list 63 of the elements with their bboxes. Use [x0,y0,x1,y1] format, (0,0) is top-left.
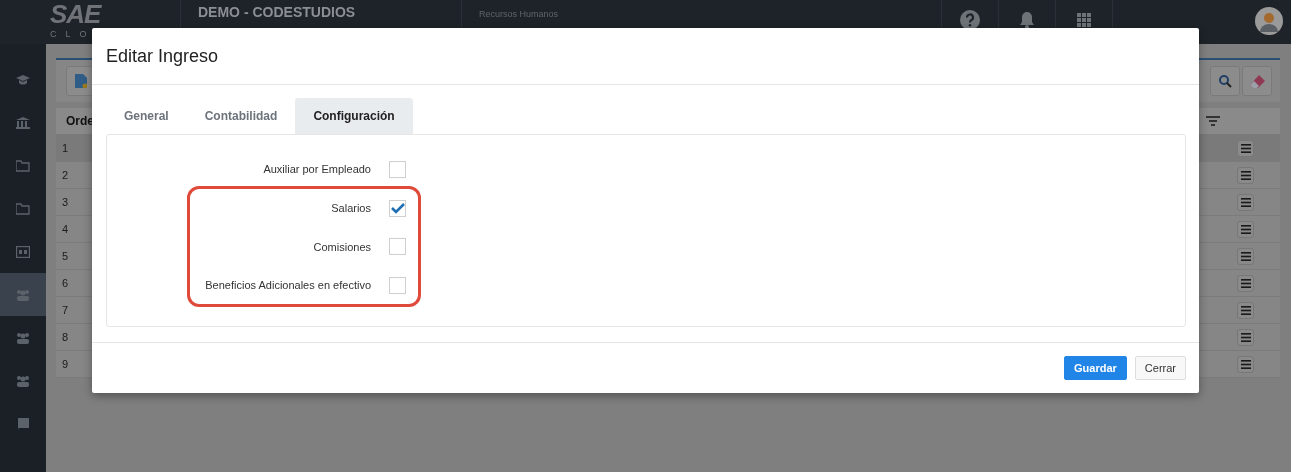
avatar-icon[interactable] [1255,6,1283,35]
row-menu-button[interactable] [1237,220,1254,238]
table-cell: 6 [62,277,69,289]
row-menu-button[interactable] [1237,166,1254,184]
checkbox[interactable] [389,199,406,217]
dialog-title: Editar Ingreso [106,45,219,67]
row-menu-button[interactable] [1237,274,1254,292]
menu-icon[interactable] [1240,170,1251,180]
filter-icon[interactable] [1206,116,1220,126]
menu-icon[interactable] [1240,332,1251,342]
table-cell: 1 [62,142,69,154]
users-icon[interactable] [16,331,30,344]
logo-subtext: CLO [50,28,96,40]
search-icon[interactable] [1218,74,1232,88]
checkbox[interactable] [389,276,406,294]
table-cell: 7 [62,304,69,316]
table-cell: 9 [62,358,69,370]
row-menu-button[interactable] [1237,139,1254,157]
row-menu-button[interactable] [1237,193,1254,211]
save-button[interactable]: Guardar [1064,355,1127,380]
table-cell: 4 [62,223,69,235]
table-cell: 8 [62,331,69,343]
row-menu-button[interactable] [1237,355,1254,373]
menu-icon[interactable] [1240,359,1251,369]
option-label: Beneficios Adicionales en efectivo [204,279,371,292]
folder-icon[interactable] [16,159,30,172]
menu-icon[interactable] [1240,251,1251,261]
tab[interactable]: General [106,98,187,134]
module-name: Recursos Humanos [479,9,560,19]
menu-icon[interactable] [1240,305,1251,315]
menu-icon[interactable] [1240,143,1251,153]
search-button[interactable] [1210,66,1240,96]
logo-text: SAE [50,0,101,28]
table-cell: 2 [62,169,69,181]
eraser-button[interactable] [1242,66,1272,96]
bell-icon[interactable] [1019,10,1035,29]
option-label: Comisiones [312,240,371,253]
tab[interactable]: Contabilidad [186,98,296,134]
cap-icon[interactable] [16,73,30,86]
option-label: Salarios [330,202,371,215]
close-button[interactable]: Cerrar [1134,355,1186,380]
table-cell: 3 [62,196,69,208]
checkbox[interactable] [389,160,406,178]
eraser-icon[interactable] [1249,74,1265,88]
menu-icon[interactable] [1240,278,1251,288]
help-icon[interactable] [960,9,980,30]
row-menu-button[interactable] [1237,247,1254,265]
users-icon[interactable] [16,374,30,387]
apps-grid-icon[interactable] [1077,12,1091,27]
menu-icon[interactable] [1240,197,1251,207]
option-label: Auxiliar por Empleado [262,163,371,176]
menu-icon[interactable] [1240,224,1251,234]
row-menu-button[interactable] [1237,328,1254,346]
checkbox[interactable] [389,238,406,256]
row-menu-button[interactable] [1237,301,1254,319]
table-cell: 5 [62,250,69,262]
bank-icon[interactable] [16,116,30,129]
column-header[interactable]: Orde [66,114,94,128]
company-name: DEMO - CODESTUDIOS [198,4,357,20]
checkmark-icon [390,202,405,214]
tab[interactable]: Configuración [295,98,413,134]
folder-icon[interactable] [16,202,30,215]
cc-icon[interactable] [16,245,30,258]
